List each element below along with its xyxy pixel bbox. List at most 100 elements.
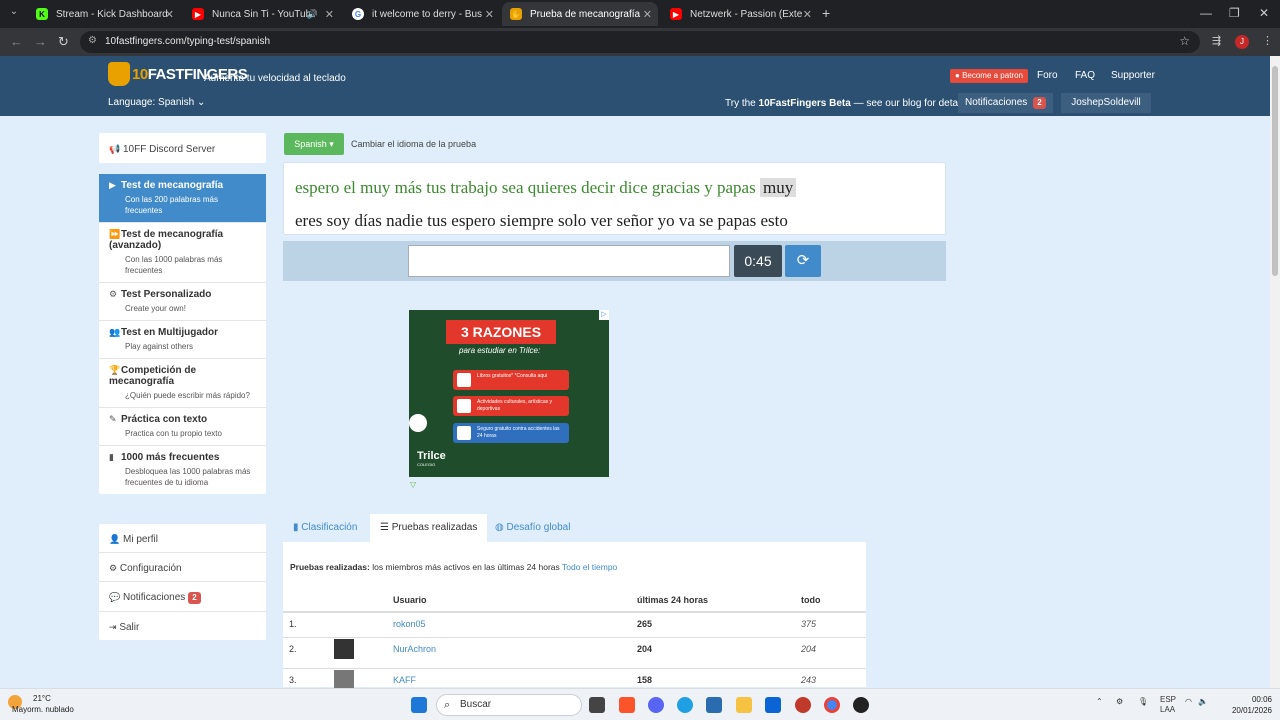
page-scrollbar[interactable] (1270, 56, 1280, 688)
users-icon: 👥 (109, 327, 121, 337)
test-language-button[interactable]: Spanish ▾ (284, 133, 344, 155)
sidebar-item-logout[interactable]: ⇥ Salir (99, 612, 266, 640)
close-icon[interactable]: ✕ (803, 8, 812, 21)
url-text[interactable]: 10fastfingers.com/typing-test/spanish (105, 36, 270, 47)
file-explorer-icon[interactable] (736, 697, 752, 713)
scrollbar-thumb[interactable] (1272, 66, 1278, 276)
column-header-last24[interactable]: últimas 24 horas (637, 595, 708, 605)
typing-input[interactable] (408, 245, 730, 277)
windows-taskbar: 21°C Mayorm. nublado ⌕ Buscar ⌃ ⚙ 🎙 ESP LA… (0, 688, 1280, 720)
close-icon[interactable]: ✕ (165, 8, 174, 21)
wifi-icon[interactable]: ◠ (1185, 697, 1192, 706)
beta-notice: Try the 10FastFingers Beta — see our blo… (725, 98, 968, 109)
user-menu[interactable]: JoshepSoldevill (1061, 93, 1151, 113)
all-time-link[interactable]: Todo el tiempo (562, 562, 617, 572)
row-username[interactable]: NurAchron (393, 644, 436, 654)
sidebar-item-competition[interactable]: 🏆Competición de mecanografía ¿Quién pued… (99, 359, 266, 408)
site-info-icon[interactable]: ⚙ (88, 35, 97, 46)
nav-link-faq[interactable]: FAQ (1075, 70, 1095, 81)
signal-icon: ▮ (293, 522, 299, 533)
obs-icon[interactable] (853, 697, 869, 713)
microphone-icon[interactable]: 🎙 (1138, 697, 1148, 706)
speaker-icon[interactable]: 🔊 (307, 9, 318, 20)
new-tab-icon[interactable]: + (822, 5, 830, 21)
browser-tab-youtube[interactable]: ▶ Nunca Sin Ti - YouTube 🔊 ✕ (184, 2, 340, 26)
patreon-button[interactable]: ● Become a patron (950, 69, 1028, 83)
sidebar-item-custom[interactable]: ⚙ Test Personalizado Create your own! (99, 283, 266, 321)
reload-icon[interactable]: ↻ (58, 34, 69, 50)
avatar[interactable] (334, 670, 354, 690)
taskbar-search[interactable]: ⌕ Buscar (436, 694, 582, 716)
volume-icon[interactable]: 🔈 (1198, 697, 1208, 706)
logout-icon: ⇥ (109, 622, 117, 632)
sidebar-item-notifications[interactable]: 💬 Notificaciones 2 (99, 582, 266, 612)
task-view-icon[interactable] (589, 697, 605, 713)
close-icon[interactable]: ✕ (643, 8, 652, 21)
tab-search-icon[interactable]: ⌄ (6, 6, 22, 22)
system-clock[interactable]: 00:06 20/01/2026 (1222, 694, 1272, 716)
book-icon (457, 373, 471, 387)
browser-tab-google[interactable]: G it welcome to derry - Buscar co ✕ (344, 2, 500, 26)
row-username[interactable]: rokon05 (393, 619, 426, 629)
beta-link[interactable]: 10FastFingers Beta (759, 98, 851, 109)
item-label: Mi perfil (123, 534, 159, 545)
tray-chevron-icon[interactable]: ⌃ (1096, 697, 1103, 706)
store-icon[interactable] (706, 697, 722, 713)
ad-headline: 3 RAZONES (446, 320, 556, 344)
weather-widget[interactable]: 21°C Mayorm. nublado (8, 693, 95, 715)
language-dropdown[interactable]: Language: Spanish ⌄ (108, 97, 205, 108)
window-close-icon[interactable]: ✕ (1259, 6, 1269, 20)
ad-choices-icon[interactable]: ▽ (410, 480, 416, 489)
tab-global-challenge[interactable]: ◍ Desafío global (485, 514, 580, 542)
change-language-link[interactable]: Cambiar el idioma de la prueba (351, 139, 476, 149)
app-icon[interactable] (795, 697, 811, 713)
close-icon[interactable]: ✕ (325, 8, 334, 21)
bookmark-star-icon[interactable]: ☆ (1179, 34, 1190, 48)
sidebar-item-discord[interactable]: 📢 10FF Discord Server (99, 133, 266, 163)
account-menu: 👤 Mi perfil ⚙ Configuración 💬 Notificaci… (99, 524, 266, 640)
minimize-icon[interactable]: — (1200, 6, 1212, 20)
sidebar-item-top1000[interactable]: ▮ 1000 más frecuentes Desbloquea las 1000… (99, 446, 266, 494)
notifications-button[interactable]: Notificaciones 2 (958, 93, 1053, 113)
address-bar[interactable]: ⚙ 10fastfingers.com/typing-test/spanish … (80, 31, 1200, 53)
back-icon[interactable]: ← (10, 34, 23, 49)
windows-start-icon[interactable] (411, 697, 427, 713)
discord-icon[interactable] (648, 697, 664, 713)
close-icon[interactable]: ✕ (485, 8, 494, 21)
sidebar-item-multiplayer[interactable]: 👥Test en Multijugador Play against other… (99, 321, 266, 359)
tray-app-icon[interactable]: ⚙ (1116, 697, 1123, 706)
column-header-all[interactable]: todo (801, 595, 821, 605)
sidebar-item-settings[interactable]: ⚙ Configuración (99, 553, 266, 582)
browser-tab-kick[interactable]: K Stream - Kick Dashboard ✕ (28, 2, 180, 26)
browser-menu-icon[interactable]: ⋮ (1262, 34, 1273, 47)
nav-link-supporter[interactable]: Supporter (1111, 70, 1155, 81)
tab-tests-taken[interactable]: ☰ Pruebas realizadas (370, 514, 488, 542)
restart-button[interactable]: ⟳ (785, 245, 821, 277)
edge-icon[interactable] (677, 697, 693, 713)
nav-link-foro[interactable]: Foro (1037, 70, 1058, 81)
chrome-icon[interactable] (824, 697, 840, 713)
column-header-user[interactable]: Usuario (393, 595, 427, 605)
ad-info-icon[interactable]: ▷ (599, 310, 609, 320)
row-username[interactable]: KAFF (393, 675, 416, 685)
brave-icon[interactable] (619, 697, 635, 713)
avatar[interactable] (334, 639, 354, 659)
profile-avatar[interactable]: J (1235, 35, 1249, 49)
forward-icon[interactable]: → (34, 34, 47, 49)
browser-toolbar: ← → ↻ ⚙ 10fastfingers.com/typing-test/sp… (0, 28, 1280, 56)
browser-tab-netzwerk[interactable]: ▶ Netzwerk - Passion (Extended ✕ (662, 2, 818, 26)
item-label: Notificaciones (123, 592, 186, 603)
google-icon: G (352, 8, 364, 20)
sidebar-item-advanced[interactable]: ⏩Test de mecanografía (avanzado) Con las… (99, 223, 266, 283)
sidebar-item-test[interactable]: ▶ Test de mecanografía Con las 200 palabr… (99, 174, 266, 223)
outlook-icon[interactable] (765, 697, 781, 713)
item-label: Salir (119, 622, 140, 633)
input-language[interactable]: ESP LAA (1160, 695, 1176, 715)
browser-tab-typing-test[interactable]: ✋ Prueba de mecanografía Spani ✕ (502, 2, 658, 26)
advertisement[interactable]: ▷ 3 RAZONES para estudiar en Trilce: Lib… (409, 310, 609, 477)
extensions-icon[interactable]: ⇶ (1212, 34, 1221, 47)
restore-icon[interactable]: ❐ (1229, 6, 1240, 20)
tab-ranking[interactable]: ▮ Clasificación (283, 514, 367, 542)
sidebar-item-profile[interactable]: 👤 Mi perfil (99, 524, 266, 553)
sidebar-item-text-practice[interactable]: ✎ Práctica con texto Practica con tu prop… (99, 408, 266, 446)
